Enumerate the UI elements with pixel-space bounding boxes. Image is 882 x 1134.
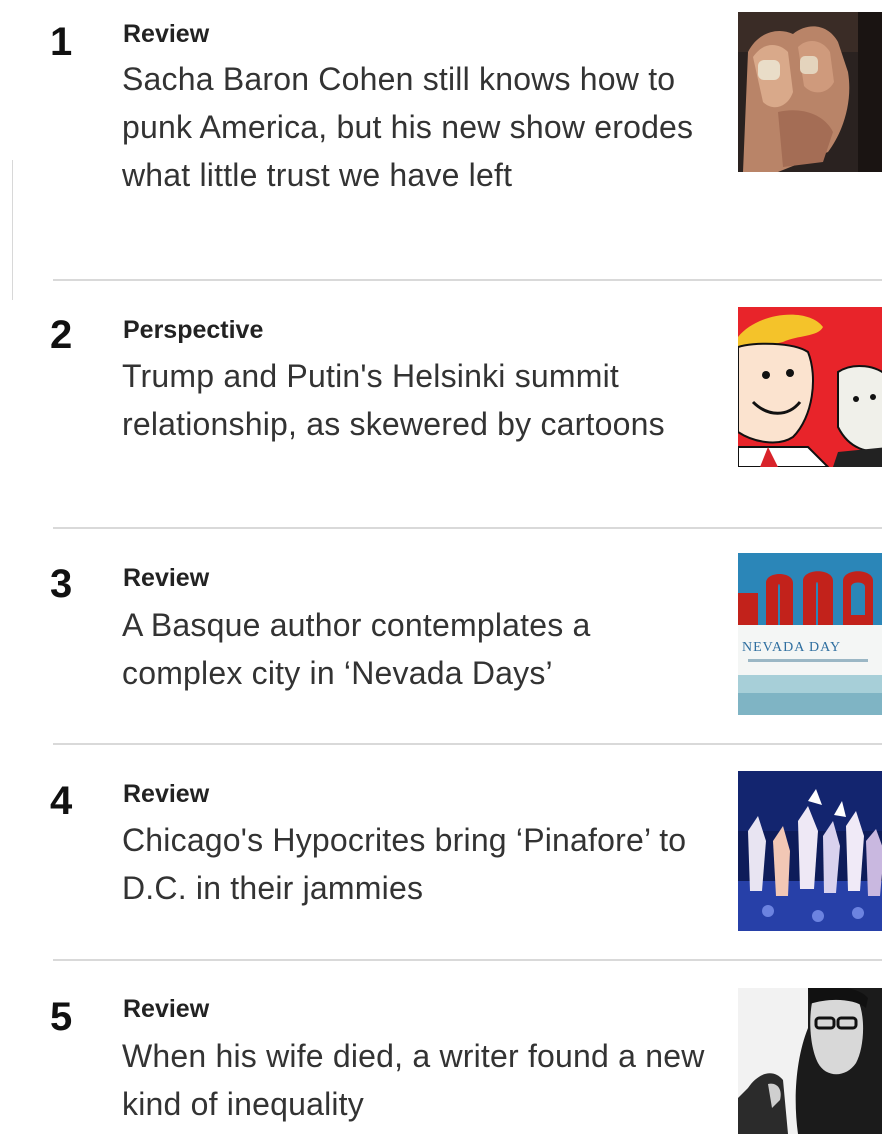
thumbnail-photo-hand [738, 12, 882, 172]
item-kicker: Review [123, 20, 210, 48]
item-rank: 5 [50, 995, 73, 1039]
item-rank: 2 [50, 313, 73, 357]
item-rank: 1 [50, 20, 73, 64]
divider [53, 527, 882, 529]
thumbnail-cartoon [738, 307, 882, 467]
item-headline-link[interactable]: A Basque author contemplates a complex c… [122, 601, 717, 697]
item-headline-link[interactable]: Chicago's Hypocrites bring ‘Pinafore’ to… [122, 816, 717, 912]
item-thumbnail[interactable]: NEVADA DAY [738, 553, 882, 715]
item-headline-link[interactable]: Sacha Baron Cohen still knows how to pun… [122, 55, 717, 199]
item-kicker: Review [123, 780, 210, 808]
thumbnail-book-cover: NEVADA DAY [738, 553, 882, 715]
item-thumbnail[interactable] [738, 12, 882, 172]
divider [53, 959, 882, 961]
item-thumbnail[interactable] [738, 307, 882, 467]
divider [53, 743, 882, 745]
thumbnail-portrait [738, 988, 882, 1134]
most-read-list: 1 Review Sacha Baron Cohen still knows h… [0, 0, 882, 1134]
item-kicker: Perspective [123, 316, 264, 344]
item-headline-link[interactable]: Trump and Putin's Helsinki summit relati… [122, 352, 717, 448]
item-headline-link[interactable]: When his wife died, a writer found a new… [122, 1032, 717, 1128]
item-kicker: Review [123, 995, 210, 1023]
item-rank: 4 [50, 779, 73, 823]
item-thumbnail[interactable] [738, 988, 882, 1134]
thumbnail-book-title: NEVADA DAY [742, 640, 841, 655]
item-kicker: Review [123, 564, 210, 592]
divider [53, 279, 882, 281]
item-thumbnail[interactable] [738, 771, 882, 931]
item-rank: 3 [50, 562, 73, 606]
thumbnail-stage-photo [738, 771, 882, 931]
